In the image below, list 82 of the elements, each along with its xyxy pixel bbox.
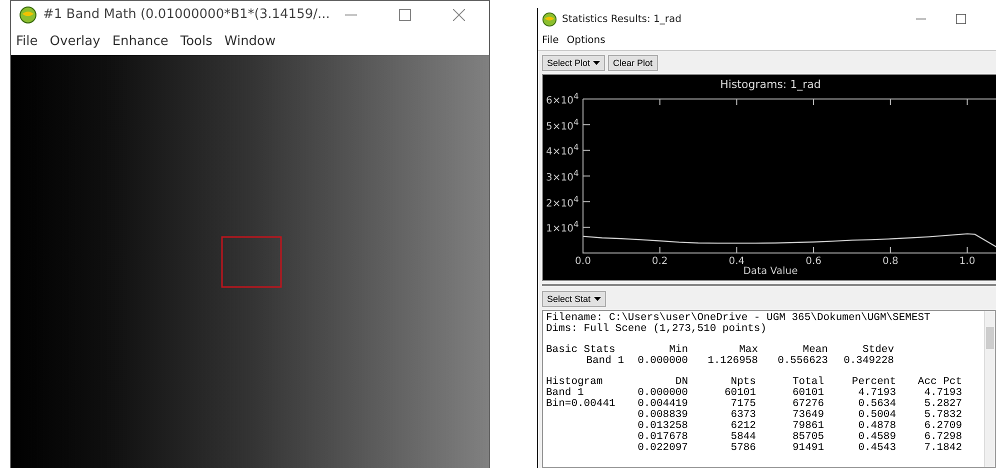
column-header: Npts — [730, 377, 756, 388]
table-cell-text: 5844 — [730, 432, 756, 443]
x-tick-label: 0.6 — [804, 256, 822, 267]
table-cell-text: 60101 — [723, 388, 756, 399]
table-cell-text: 5786 — [730, 443, 756, 454]
plot-button[interactable]: Select Plot — [542, 55, 606, 71]
menu-item[interactable]: Overlay — [50, 34, 100, 49]
close-icon[interactable] — [453, 8, 465, 20]
column-header: Total — [791, 377, 824, 388]
table-cell-text: 0.017678 — [636, 432, 688, 443]
maximize-icon[interactable] — [399, 8, 411, 20]
table-cell-text: 6.7298 — [923, 432, 962, 443]
y-tick-label: 4×10$^{4}$ — [546, 142, 579, 158]
dims-text: Dims: Full Scene (1,273,510 points) — [546, 324, 768, 335]
column-header: Max — [738, 345, 758, 356]
table-cell-text: 6.2709 — [923, 421, 962, 432]
column-header: Stdev — [861, 345, 894, 356]
table-cell-text: 4.7193 — [857, 388, 896, 399]
table-cell-text: 0.5004 — [857, 410, 896, 421]
table-cell-text: 91491 — [791, 443, 824, 454]
scrollbar[interactable] — [984, 311, 995, 467]
row-label: Band 1 — [546, 388, 584, 399]
table-cell-text: 7175 — [730, 399, 756, 410]
table-cell-text: 5.7832 — [923, 410, 962, 421]
x-tick-label: 0.0 — [574, 256, 592, 267]
x-tick-label: 0.2 — [650, 256, 669, 267]
row-label: Bin=0.00441 — [546, 399, 616, 410]
x-tick-label: 1.0 — [958, 256, 976, 267]
table-cell-text: 0.000000 — [636, 388, 688, 399]
table-cell-text: 1.126958 — [706, 356, 758, 367]
column-header: Min — [668, 345, 688, 356]
y-tick-label: 5×10$^{4}$ — [546, 116, 579, 132]
table-cell-text: 0.5634 — [857, 399, 896, 410]
table-cell-text: 0.4589 — [857, 432, 896, 443]
menu-item[interactable]: Enhance — [112, 34, 168, 49]
window-title: Statistics Results: 1_rad — [562, 14, 682, 24]
stat-button[interactable]: Select Stat — [542, 291, 606, 307]
table-cell-text: 5.2827 — [923, 399, 962, 410]
table-cell-text: 0.349228 — [842, 356, 894, 367]
x-tick-label: 0.4 — [728, 256, 745, 267]
table-cell-text: 85705 — [791, 432, 824, 443]
table-cell-text: 4.7193 — [923, 388, 962, 399]
table-cell-text: 0.4543 — [857, 443, 896, 454]
menu-item[interactable]: Options — [566, 34, 606, 46]
table-cell-text: 0.004419 — [636, 399, 688, 410]
table-cell-text: 0.4878 — [857, 421, 896, 432]
filename-text: Filename: C:\Users\user\OneDrive - UGM 365\Dokumen\UGM\SEMEST — [546, 313, 932, 324]
column-header: Percent — [850, 377, 896, 388]
x-tick-label: 0.8 — [881, 256, 900, 267]
row-label: Band 1 — [585, 356, 624, 367]
menu-item[interactable]: Tools — [180, 34, 212, 49]
section-label: Histogram — [546, 377, 604, 388]
y-tick-label: 2×10$^{4}$ — [546, 194, 579, 209]
table-cell-text: 6212 — [730, 421, 756, 432]
column-header: Mean — [802, 345, 828, 356]
table-cell-text: 67276 — [791, 399, 824, 410]
globe-icon — [542, 12, 557, 26]
window-title: #1 Band Math (0.01000000*B1*(3.14159/... — [43, 7, 331, 22]
plot-button[interactable]: Clear Plot — [608, 55, 658, 71]
x-axis-title: Data Value — [742, 266, 799, 277]
table-cell-text: 6373 — [730, 410, 756, 421]
y-tick-label: 1×10$^{4}$ — [546, 219, 579, 235]
menu-item[interactable]: File — [542, 34, 559, 46]
column-header: Acc Pct — [916, 377, 962, 388]
maximize-icon[interactable] — [956, 14, 966, 24]
table-cell-text: 0.556623 — [776, 356, 828, 367]
globe-icon — [19, 6, 37, 24]
table-cell-text: 79861 — [791, 421, 824, 432]
table-cell-text: 0.008839 — [636, 410, 688, 421]
menu-item[interactable]: File — [16, 34, 38, 49]
table-cell-text: 0.000000 — [636, 356, 688, 367]
table-cell-text: 7.1842 — [923, 443, 962, 454]
table-cell-text: 60101 — [791, 388, 824, 399]
section-label: Basic Stats — [546, 345, 616, 356]
table-cell-text: 73649 — [791, 410, 824, 421]
y-tick-label: 3×10$^{4}$ — [546, 168, 579, 184]
column-header: DN — [674, 377, 688, 388]
y-tick-label: 6×10$^{4}$ — [546, 91, 579, 106]
menu-item[interactable]: Window — [224, 34, 276, 49]
table-cell-text: 0.013258 — [636, 421, 688, 432]
table-cell-text: 0.022097 — [636, 443, 688, 454]
chart-title: Histograms: 1_rad — [719, 78, 822, 91]
